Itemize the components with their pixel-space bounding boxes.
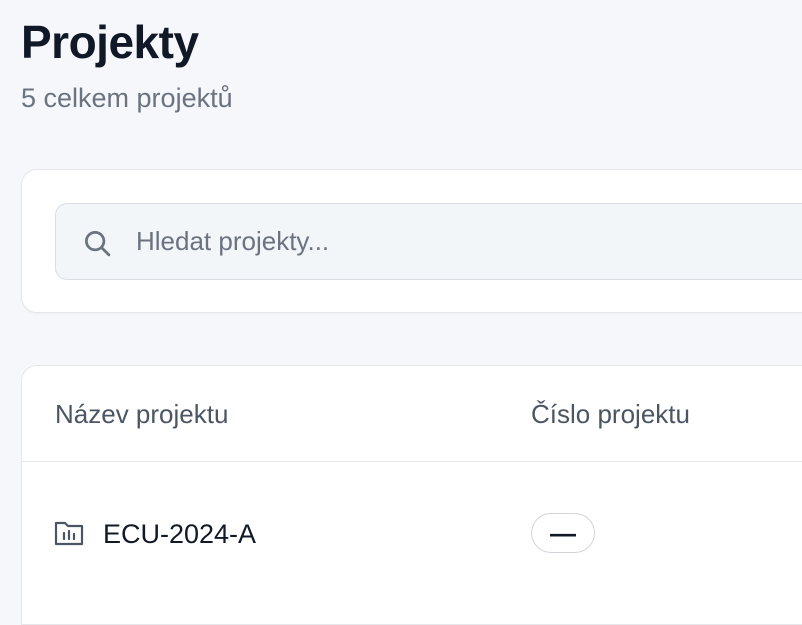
search-card	[21, 169, 802, 313]
project-number-badge: —	[531, 513, 595, 553]
table-header: Název projektu Číslo projektu	[22, 366, 802, 462]
folder-icon	[54, 521, 84, 546]
project-count: 5 celkem projektů	[21, 83, 233, 113]
column-header-project-name[interactable]: Název projektu	[55, 396, 228, 432]
project-name[interactable]: ECU-2024-A	[103, 516, 256, 552]
table-row[interactable]: ECU-2024-A —	[22, 462, 802, 602]
projects-table: Název projektu Číslo projektu ECU-2024-A…	[21, 365, 802, 625]
column-header-project-number[interactable]: Číslo projektu	[531, 396, 690, 432]
search-icon	[85, 231, 111, 257]
page-title: Projekty	[21, 16, 199, 68]
search-box[interactable]	[55, 203, 802, 280]
search-input[interactable]	[136, 204, 796, 279]
